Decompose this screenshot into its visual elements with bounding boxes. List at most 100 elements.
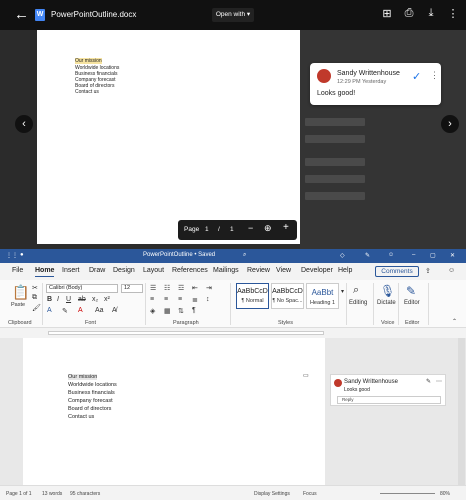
print-icon[interactable]: ⎙	[402, 7, 416, 20]
zoom-in-plus-icon[interactable]: +	[283, 222, 289, 233]
text-effects-icon[interactable]: A	[47, 307, 52, 314]
focus-mode[interactable]: Focus	[303, 491, 317, 497]
tab-view[interactable]: View	[276, 267, 291, 274]
minimize-icon[interactable]: –	[412, 252, 415, 258]
case-icon[interactable]: Aa	[95, 307, 104, 314]
account-icon[interactable]: ☺	[388, 252, 394, 258]
align-center-icon[interactable]: ≡	[164, 296, 168, 303]
editing-label[interactable]: Editing	[349, 300, 367, 306]
find-icon[interactable]: ⌕	[353, 284, 359, 297]
align-right-icon[interactable]: ≡	[178, 296, 182, 303]
previous-page-icon[interactable]: ‹	[15, 115, 33, 133]
align-left-icon[interactable]: ≡	[150, 296, 154, 303]
open-with-button[interactable]: Open with ▾	[212, 8, 254, 22]
paste-icon[interactable]: 📋	[12, 284, 29, 301]
doc-line[interactable]: Worldwide locations	[68, 382, 117, 388]
maximize-icon[interactable]: ▢	[430, 252, 436, 259]
styles-more-icon[interactable]: ▾	[341, 288, 344, 295]
autosave-icon[interactable]: ●	[20, 252, 24, 258]
add-comment-icon[interactable]: ⊞	[380, 7, 394, 20]
decrease-indent-icon[interactable]: ⇤	[192, 284, 198, 292]
search-icon[interactable]: ⌕	[243, 252, 246, 259]
comment-more-icon[interactable]: ⋯	[436, 378, 442, 385]
strikethrough-icon[interactable]: ab	[78, 296, 86, 303]
word-count[interactable]: 13 words	[42, 491, 62, 497]
comments-button[interactable]: Comments	[375, 266, 419, 277]
zoom-out-icon[interactable]: −	[248, 223, 253, 233]
more-options-icon[interactable]: ⋮	[446, 7, 460, 20]
ruler-track[interactable]	[48, 331, 324, 335]
underline-icon[interactable]: U	[66, 296, 71, 303]
show-marks-icon[interactable]: ¶	[192, 307, 196, 314]
style-no-spacing[interactable]: AaBbCcD ¶ No Spac...	[271, 283, 304, 309]
format-painter-icon[interactable]: 🖌	[32, 304, 41, 312]
sort-icon[interactable]: ⇅	[178, 307, 184, 315]
comment-more-icon[interactable]: ⋮	[430, 70, 439, 81]
tab-developer[interactable]: Developer	[301, 267, 333, 274]
line-spacing-icon[interactable]: ↕	[206, 296, 210, 303]
edit-comment-icon[interactable]: ✎	[426, 378, 431, 385]
editor-pen-icon[interactable]: ✎	[406, 284, 416, 298]
tab-layout[interactable]: Layout	[143, 267, 164, 274]
comment-marker-icon[interactable]: ▭	[303, 372, 309, 379]
tab-home[interactable]: Home	[35, 267, 55, 277]
reply-field[interactable]: Reply	[337, 396, 441, 404]
microphone-icon[interactable]: 🎙	[380, 284, 395, 298]
highlight-icon[interactable]: ✎	[62, 307, 68, 315]
close-icon[interactable]: ✕	[450, 252, 455, 259]
vertical-scrollbar[interactable]	[458, 338, 465, 485]
font-name-field[interactable]: Calibri (Body)	[46, 284, 118, 293]
style-heading-1[interactable]: AaBbt Heading 1	[306, 283, 339, 309]
zoom-in-magnifier-icon[interactable]: ⊕	[264, 223, 272, 234]
char-count[interactable]: 95 characters	[70, 491, 100, 497]
tab-mailings[interactable]: Mailings	[213, 267, 239, 274]
tab-draw[interactable]: Draw	[89, 267, 105, 274]
app-grid-icon[interactable]: ⋮⋮	[6, 252, 18, 259]
doc-line[interactable]: Contact us	[68, 414, 94, 420]
copy-icon[interactable]: ⧉	[32, 294, 37, 302]
tab-references[interactable]: References	[172, 267, 208, 274]
tab-help[interactable]: Help	[338, 267, 352, 274]
borders-icon[interactable]: ▦	[164, 307, 171, 315]
zoom-slider[interactable]	[380, 493, 435, 494]
subscript-icon[interactable]: x₂	[92, 296, 98, 303]
pen-icon[interactable]: ✎	[365, 252, 370, 259]
next-page-icon[interactable]: ›	[441, 115, 459, 133]
tab-design[interactable]: Design	[113, 267, 135, 274]
bold-icon[interactable]: B	[47, 296, 52, 303]
increase-indent-icon[interactable]: ⇥	[206, 284, 212, 292]
resolve-check-icon[interactable]: ✓	[412, 70, 421, 83]
shading-icon[interactable]: ◈	[150, 307, 155, 315]
back-arrow-icon[interactable]: ←	[14, 6, 29, 23]
download-icon[interactable]: ⤓	[424, 7, 438, 20]
tab-file[interactable]: File	[12, 267, 23, 274]
font-size-field[interactable]: 12	[121, 284, 143, 293]
doc-line[interactable]: Board of directors	[68, 406, 111, 412]
tab-insert[interactable]: Insert	[62, 267, 80, 274]
dictate-label[interactable]: Dictate	[377, 300, 396, 306]
multilevel-icon[interactable]: ☲	[178, 284, 184, 292]
italic-icon[interactable]: I	[57, 296, 59, 303]
share-icon[interactable]: ⇪	[425, 267, 431, 275]
doc-line[interactable]: Business financials	[68, 390, 115, 396]
tab-review[interactable]: Review	[247, 267, 270, 274]
numbering-icon[interactable]: ☷	[164, 284, 170, 292]
doc-line[interactable]: Company forecast	[68, 398, 113, 404]
bullets-icon[interactable]: ☰	[150, 284, 156, 292]
page-current[interactable]: 1	[205, 226, 209, 233]
display-settings[interactable]: Display Settings	[254, 491, 290, 497]
font-color-icon[interactable]: A	[78, 307, 83, 314]
clear-format-icon[interactable]: A̸	[112, 307, 117, 314]
word-page[interactable]: Our mission Worldwide locations Business…	[23, 338, 325, 485]
smiley-icon[interactable]: ☺	[448, 267, 455, 274]
editor-button-label[interactable]: Editor	[404, 300, 420, 306]
collapse-ribbon-icon[interactable]: ⌃	[452, 318, 457, 325]
page-separator: /	[218, 226, 220, 233]
doc-line[interactable]: Our mission	[68, 374, 98, 380]
page-count[interactable]: Page 1 of 1	[6, 491, 32, 497]
style-normal[interactable]: AaBbCcD ¶ Normal	[236, 283, 269, 309]
zoom-level[interactable]: 80%	[440, 491, 450, 497]
cut-icon[interactable]: ✂	[32, 284, 38, 292]
justify-icon[interactable]: ≣	[192, 296, 198, 304]
superscript-icon[interactable]: x²	[104, 296, 110, 303]
